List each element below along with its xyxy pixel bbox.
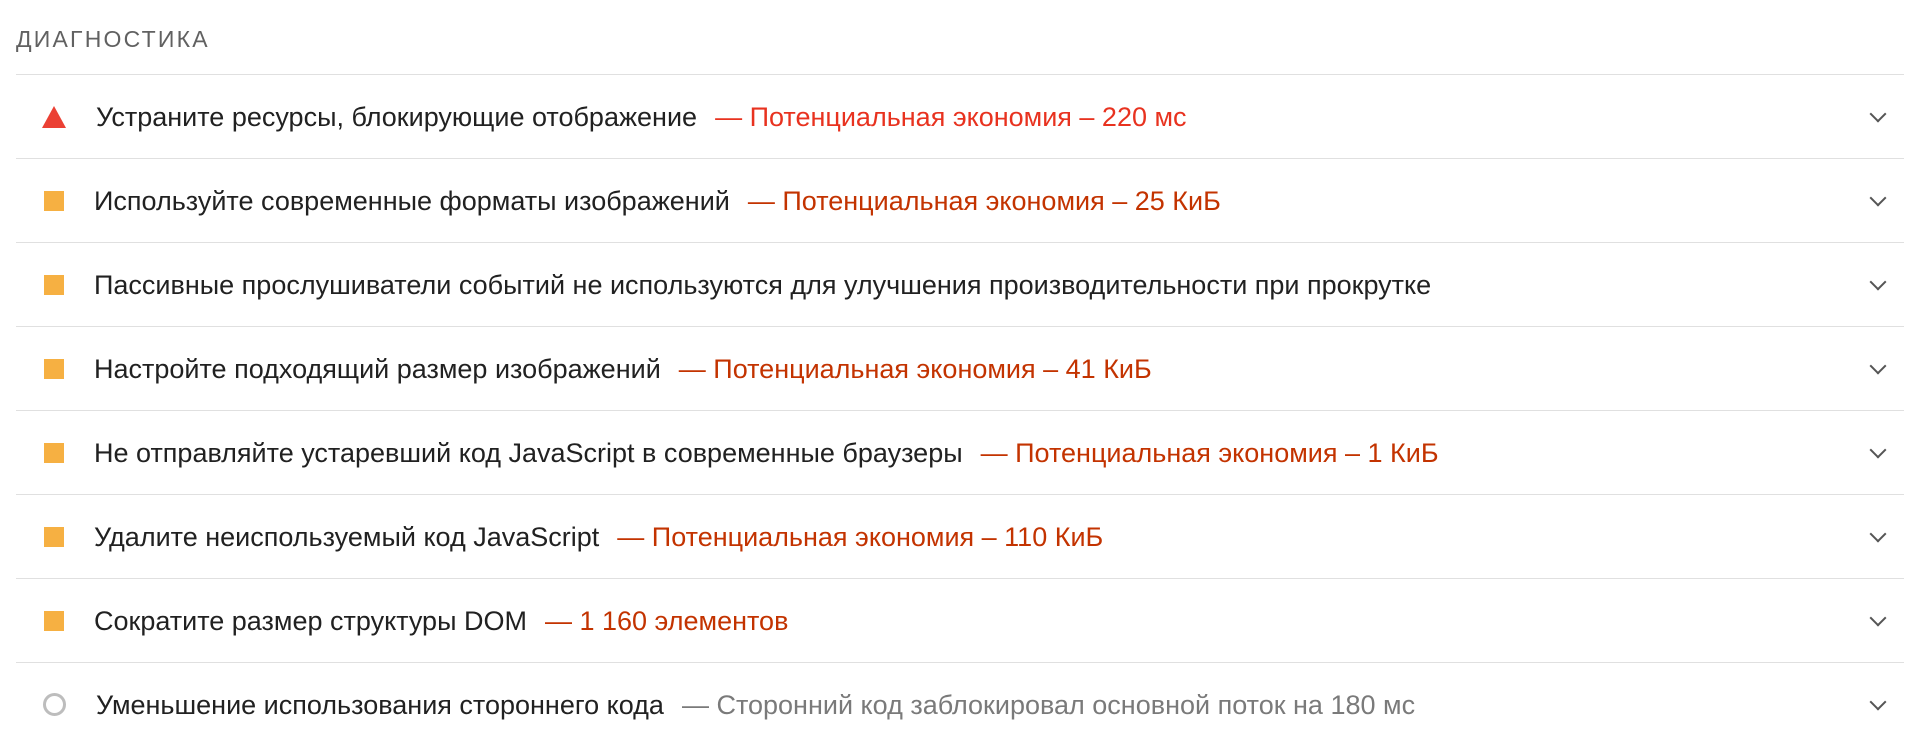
audit-display-value: — Потенциальная экономия – 110 КиБ xyxy=(617,521,1104,552)
audit-row-unused-javascript[interactable]: Удалите неиспользуемый код JavaScript — П… xyxy=(16,494,1904,578)
audit-title: Настройте подходящий размер изображений xyxy=(94,353,661,384)
average-square-icon xyxy=(42,189,66,213)
average-square-icon xyxy=(42,441,66,465)
audit-title: Не отправляйте устаревший код JavaScript… xyxy=(94,437,963,468)
audit-row-legacy-javascript[interactable]: Не отправляйте устаревший код JavaScript… xyxy=(16,410,1904,494)
chevron-down-icon[interactable] xyxy=(1869,273,1887,290)
audit-display-value: — Потенциальная экономия – 25 КиБ xyxy=(747,185,1221,216)
section-title: ДИАГНОСТИКА xyxy=(16,26,210,52)
audit-title: Уменьшение использования стороннего кода xyxy=(96,689,664,720)
diagnostics-panel: ДИАГНОСТИКА Устраните ресурсы, блокирующ… xyxy=(0,0,1914,746)
audit-title: Устраните ресурсы, блокирующие отображен… xyxy=(96,101,698,132)
audit-row-third-party[interactable]: Уменьшение использования стороннего кода… xyxy=(16,662,1904,746)
audit-row-modern-image-formats[interactable]: Используйте современные форматы изображе… xyxy=(16,158,1904,242)
audit-list: Устраните ресурсы, блокирующие отображен… xyxy=(16,74,1904,746)
audit-display-value: — Потенциальная экономия – 41 КиБ xyxy=(678,353,1152,384)
fail-triangle-icon xyxy=(42,105,66,129)
audit-title: Сократите размер структуры DOM xyxy=(94,605,527,636)
average-square-icon xyxy=(42,273,66,297)
audit-display-value: — Потенциальная экономия – 1 КиБ xyxy=(980,437,1439,468)
chevron-down-icon[interactable] xyxy=(1869,105,1887,122)
audit-row-image-size[interactable]: Настройте подходящий размер изображений —… xyxy=(16,326,1904,410)
chevron-down-icon[interactable] xyxy=(1869,693,1887,710)
audit-display-value: — 1 160 элементов xyxy=(544,605,789,636)
average-square-icon xyxy=(42,609,66,633)
audit-display-value: — Сторонний код заблокировал основной по… xyxy=(681,689,1416,720)
audit-display-value: — Потенциальная экономия – 220 мс xyxy=(715,101,1187,132)
audit-row-render-blocking[interactable]: Устраните ресурсы, блокирующие отображен… xyxy=(16,74,1904,158)
chevron-down-icon[interactable] xyxy=(1869,609,1887,626)
info-circle-icon xyxy=(42,693,66,717)
audit-title: Удалите неиспользуемый код JavaScript xyxy=(94,521,600,552)
average-square-icon xyxy=(42,357,66,381)
audit-row-passive-listeners[interactable]: Пассивные прослушиватели событий не испо… xyxy=(16,242,1904,326)
audit-title: Используйте современные форматы изображе… xyxy=(94,185,730,216)
chevron-down-icon[interactable] xyxy=(1869,189,1887,206)
average-square-icon xyxy=(42,525,66,549)
chevron-down-icon[interactable] xyxy=(1869,357,1887,374)
chevron-down-icon[interactable] xyxy=(1869,441,1887,458)
audit-title: Пассивные прослушиватели событий не испо… xyxy=(94,269,1432,300)
chevron-down-icon[interactable] xyxy=(1869,525,1887,542)
audit-row-dom-size[interactable]: Сократите размер структуры DOM — 1 160 эл… xyxy=(16,578,1904,662)
